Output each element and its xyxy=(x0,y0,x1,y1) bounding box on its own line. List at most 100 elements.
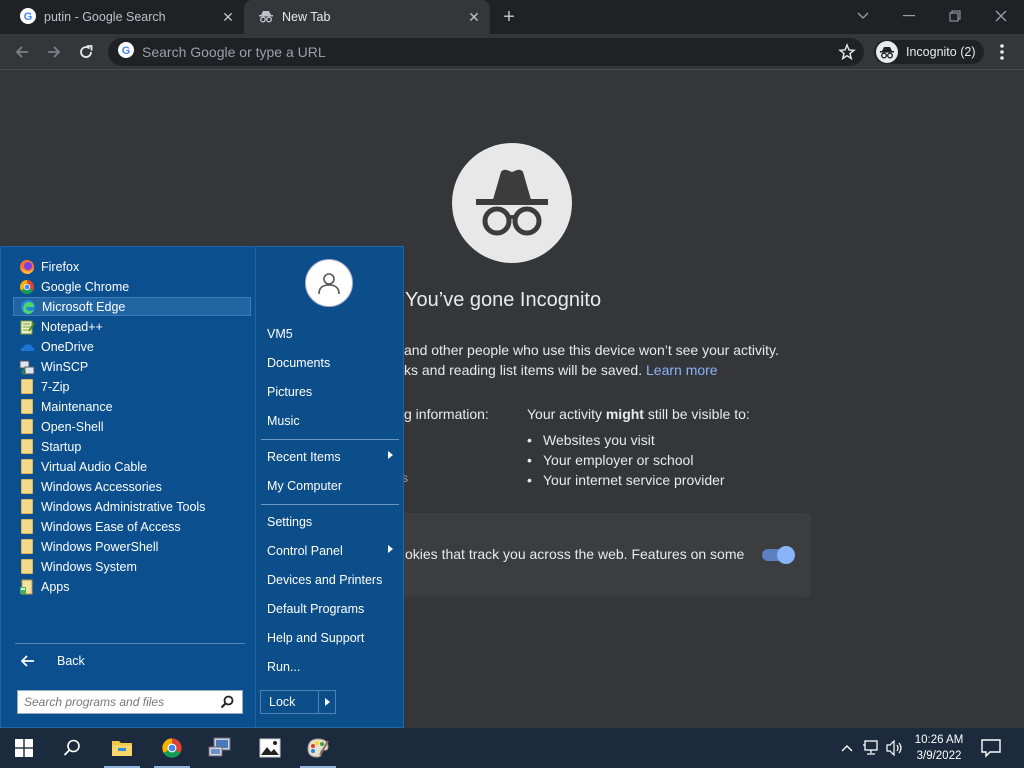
folder-windows-system[interactable]: Windows System xyxy=(13,557,251,576)
file-explorer-icon[interactable] xyxy=(100,728,144,768)
shutdown-options-arrow-icon[interactable] xyxy=(325,698,330,706)
program-label: WinSCP xyxy=(41,359,89,374)
block-cookies-toggle[interactable] xyxy=(762,546,795,564)
start-search-box[interactable] xyxy=(17,690,243,714)
chrome-icon xyxy=(19,279,35,295)
program-label: Windows Administrative Tools xyxy=(41,499,206,514)
program-google-chrome[interactable]: Google Chrome xyxy=(13,277,251,296)
place-label: Pictures xyxy=(267,385,313,399)
user-avatar-icon[interactable] xyxy=(305,259,353,307)
new-tab-plus-icon[interactable]: + xyxy=(498,6,520,28)
tab-google-search[interactable]: G putin - Google Search ✕ xyxy=(8,0,244,34)
place-control-panel[interactable]: Control Panel xyxy=(261,540,399,562)
program-label: Windows System xyxy=(41,559,137,574)
address-input[interactable] xyxy=(142,44,822,60)
learn-more-link[interactable]: Learn more xyxy=(646,362,718,378)
program-label: Notepad++ xyxy=(41,319,103,334)
program-winscp[interactable]: WinSCP xyxy=(13,357,251,376)
place-pictures[interactable]: Pictures xyxy=(261,381,399,403)
taskbar: 10:26 AM 3/9/2022 xyxy=(0,728,1024,768)
more-menu-icon[interactable] xyxy=(992,42,1012,62)
programs-list: Firefox Google Chrome Microsoft Edge Not… xyxy=(1,247,255,727)
lock-button[interactable]: Lock xyxy=(260,690,336,714)
incognito-profile-chip[interactable]: Incognito (2) xyxy=(874,40,984,64)
place-label: Devices and Printers xyxy=(267,573,383,587)
not-saved-heading: g information: xyxy=(404,406,489,422)
places-divider xyxy=(261,504,399,505)
place-devices-printers[interactable]: Devices and Printers xyxy=(261,569,399,591)
folder-icon xyxy=(19,559,35,575)
reload-icon[interactable] xyxy=(74,40,98,64)
tab-search-chevron-icon[interactable] xyxy=(849,4,877,28)
chevron-up-icon[interactable] xyxy=(838,739,856,757)
network-icon[interactable] xyxy=(862,739,880,757)
folder-windows-accessories[interactable]: Windows Accessories xyxy=(13,477,251,496)
place-default-programs[interactable]: Default Programs xyxy=(261,598,399,620)
back-arrow-icon[interactable] xyxy=(10,40,34,64)
program-apps[interactable]: Apps xyxy=(13,577,251,596)
search-icon[interactable] xyxy=(50,728,94,768)
place-music[interactable]: Music xyxy=(261,410,399,432)
folder-icon xyxy=(19,379,35,395)
program-label: OneDrive xyxy=(41,339,94,354)
folder-windows-ease-of-access[interactable]: Windows Ease of Access xyxy=(13,517,251,536)
close-window-icon[interactable] xyxy=(987,4,1015,28)
system-clock[interactable]: 10:26 AM 3/9/2022 xyxy=(904,732,974,764)
place-my-computer[interactable]: My Computer xyxy=(261,475,399,497)
incognito-logo-icon xyxy=(452,143,572,263)
edge-icon xyxy=(20,299,36,315)
folder-startup[interactable]: Startup xyxy=(13,437,251,456)
folder-7zip[interactable]: 7-Zip xyxy=(13,377,251,396)
folder-windows-powershell[interactable]: Windows PowerShell xyxy=(13,537,251,556)
paint-icon[interactable] xyxy=(296,728,340,768)
lock-split-divider xyxy=(318,691,319,713)
folder-virtual-audio-cable[interactable]: Virtual Audio Cable xyxy=(13,457,251,476)
tab-new-tab[interactable]: New Tab ✕ xyxy=(244,0,490,34)
close-tab-icon[interactable]: ✕ xyxy=(466,9,482,25)
back-button[interactable]: Back xyxy=(15,651,245,671)
place-user-folder[interactable]: VM5 xyxy=(261,323,399,345)
bookmark-star-icon[interactable] xyxy=(838,43,856,66)
list-item: Your employer or school xyxy=(527,450,725,470)
start-search-input[interactable] xyxy=(24,695,220,709)
network-app-icon[interactable] xyxy=(198,728,242,768)
place-documents[interactable]: Documents xyxy=(261,352,399,374)
incognito-icon xyxy=(258,8,274,27)
program-label: 7-Zip xyxy=(41,379,70,394)
volume-icon[interactable] xyxy=(886,739,904,757)
folder-windows-administrative-tools[interactable]: Windows Administrative Tools xyxy=(13,497,251,516)
program-label: Windows Accessories xyxy=(41,479,162,494)
close-tab-icon[interactable]: ✕ xyxy=(220,9,236,25)
programs-divider xyxy=(15,643,245,644)
place-label: Default Programs xyxy=(267,602,365,616)
search-icon[interactable] xyxy=(220,695,234,709)
place-help-support[interactable]: Help and Support xyxy=(261,627,399,649)
folder-icon xyxy=(19,419,35,435)
place-run[interactable]: Run... xyxy=(261,656,399,678)
place-label: My Computer xyxy=(267,479,343,493)
start-icon[interactable] xyxy=(2,728,46,768)
svg-text:G: G xyxy=(24,11,33,23)
address-bar[interactable]: G xyxy=(108,38,864,66)
program-microsoft-edge[interactable]: Microsoft Edge xyxy=(13,297,251,316)
program-onedrive[interactable]: OneDrive xyxy=(13,337,251,356)
restore-icon[interactable] xyxy=(941,4,969,28)
places-divider xyxy=(261,439,399,440)
folder-maintenance[interactable]: Maintenance xyxy=(13,397,251,416)
place-settings[interactable]: Settings xyxy=(261,511,399,533)
place-label: VM5 xyxy=(267,327,293,341)
program-firefox[interactable]: Firefox xyxy=(13,257,251,276)
incognito-description-line-2: ks and reading list items will be saved.… xyxy=(404,362,718,378)
place-recent-items[interactable]: Recent Items xyxy=(261,446,399,468)
program-notepadpp[interactable]: Notepad++ xyxy=(13,317,251,336)
forward-arrow-icon[interactable] xyxy=(42,40,66,64)
notification-center-icon[interactable] xyxy=(980,738,1002,758)
place-label: Settings xyxy=(267,515,313,529)
submenu-arrow-icon xyxy=(388,545,393,553)
chrome-icon[interactable] xyxy=(150,728,194,768)
photos-icon[interactable] xyxy=(248,728,292,768)
minimize-icon[interactable] xyxy=(895,4,923,28)
program-label: Firefox xyxy=(41,259,80,274)
folder-open-shell[interactable]: Open-Shell xyxy=(13,417,251,436)
google-g-icon: G xyxy=(118,41,134,63)
